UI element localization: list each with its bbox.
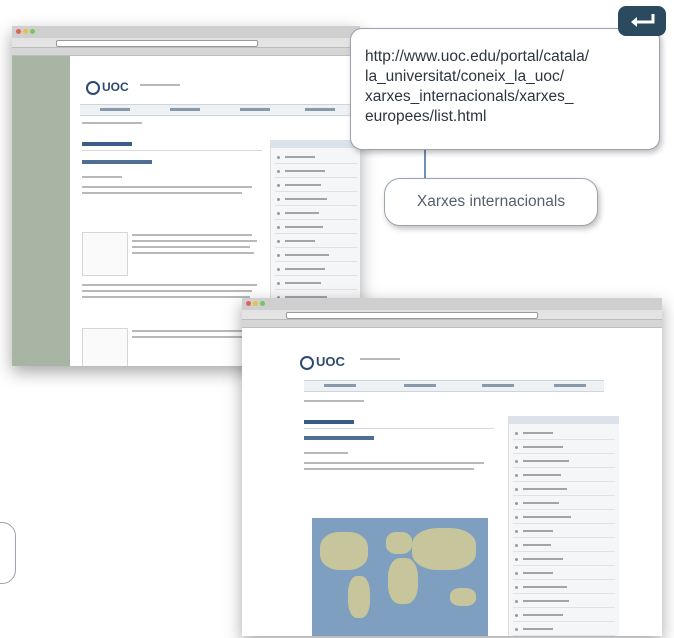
- nav-tab[interactable]: [305, 108, 335, 111]
- bookmarks-bar: [242, 320, 662, 328]
- browser-screenshot-2: UOC: [242, 298, 662, 636]
- nav-tab[interactable]: [100, 108, 130, 111]
- nav-tab[interactable]: [324, 384, 356, 387]
- partner-text: [132, 246, 250, 248]
- zoom-dot-icon[interactable]: [30, 29, 35, 34]
- sidebar-item[interactable]: [513, 526, 615, 538]
- page-title: [304, 420, 354, 424]
- sidebar-item[interactable]: [275, 180, 357, 192]
- partner-text: [132, 252, 254, 254]
- sidebar-item[interactable]: [513, 428, 615, 440]
- partner-text: [132, 330, 252, 332]
- partner-text: [132, 234, 252, 236]
- sub-heading: [304, 452, 348, 454]
- minimize-dot-icon[interactable]: [23, 29, 28, 34]
- url-field[interactable]: [286, 312, 538, 319]
- sidebar-item[interactable]: [513, 554, 615, 566]
- logo-text: UOC: [102, 80, 129, 94]
- url-text[interactable]: http://www.uoc.edu/portal/catala/ la_uni…: [365, 47, 655, 127]
- body-text: [304, 462, 484, 464]
- sidebar-item[interactable]: [275, 152, 357, 164]
- sidebar-item[interactable]: [513, 442, 615, 454]
- university-name: [360, 358, 400, 360]
- sidebar-item[interactable]: [275, 166, 357, 178]
- sidebar-item[interactable]: [275, 222, 357, 234]
- partner-text: [132, 336, 250, 338]
- nav-tab[interactable]: [170, 108, 200, 111]
- divider: [304, 428, 494, 429]
- page-title: [82, 142, 132, 146]
- world-map[interactable]: [312, 518, 488, 636]
- sidebar-header: [271, 140, 360, 148]
- sidebar-item[interactable]: [513, 582, 615, 594]
- sidebar-item[interactable]: [275, 194, 357, 206]
- nav-tab[interactable]: [404, 384, 436, 387]
- body-text: [82, 192, 242, 194]
- sidebar-item[interactable]: [513, 498, 615, 510]
- close-dot-icon[interactable]: [16, 29, 21, 34]
- uoc-logo[interactable]: UOC: [86, 80, 129, 95]
- return-button[interactable]: [618, 6, 666, 36]
- uoc-logo-icon: [300, 355, 314, 370]
- sidebar-item[interactable]: [513, 484, 615, 496]
- sidebar-item[interactable]: [275, 264, 357, 276]
- sidebar-item[interactable]: [513, 512, 615, 524]
- partner-text: [132, 240, 257, 242]
- section-title: [82, 160, 152, 164]
- address-toolbar: [12, 38, 360, 48]
- sidebar-item[interactable]: [513, 568, 615, 580]
- sidebar-item[interactable]: [513, 470, 615, 482]
- main-nav: [304, 380, 604, 392]
- sidebar-item[interactable]: [513, 596, 615, 608]
- xarxes-internacionals-label[interactable]: Xarxes internacionals: [384, 178, 598, 226]
- partial-callout: [0, 522, 16, 584]
- sidebar-item[interactable]: [275, 250, 357, 262]
- university-name: [140, 84, 180, 86]
- asia: [412, 528, 476, 570]
- sidebar-item[interactable]: [513, 456, 615, 468]
- north-america: [320, 532, 368, 570]
- logo-text: UOC: [316, 354, 345, 369]
- uoc-logo[interactable]: UOC: [300, 354, 345, 370]
- south-america: [348, 576, 370, 618]
- nav-tab[interactable]: [482, 384, 514, 387]
- europe: [386, 532, 412, 554]
- nav-tab[interactable]: [554, 384, 586, 387]
- sidebar-item[interactable]: [275, 236, 357, 248]
- sub-heading: [82, 176, 122, 178]
- breadcrumb[interactable]: [304, 400, 364, 402]
- partner-logo-box[interactable]: [82, 328, 128, 366]
- return-arrow-icon: [631, 14, 655, 27]
- sidebar-item[interactable]: [513, 610, 615, 622]
- main-nav: [80, 104, 350, 116]
- body-text: [82, 296, 250, 298]
- sidebar-item[interactable]: [513, 540, 615, 552]
- divider: [82, 150, 262, 151]
- address-toolbar: [242, 310, 662, 320]
- section-title: [304, 436, 374, 440]
- africa: [388, 558, 418, 604]
- nav-tab[interactable]: [240, 108, 270, 111]
- sidebar-item[interactable]: [513, 624, 615, 636]
- body-text: [82, 290, 252, 292]
- partner-logo-box[interactable]: [82, 232, 128, 276]
- close-dot-icon[interactable]: [246, 301, 251, 306]
- background-gutter: [12, 56, 70, 366]
- bookmarks-bar: [12, 48, 360, 56]
- zoom-dot-icon[interactable]: [260, 301, 265, 306]
- url-callout: http://www.uoc.edu/portal/catala/ la_uni…: [350, 28, 660, 150]
- minimize-dot-icon[interactable]: [253, 301, 258, 306]
- body-text: [82, 186, 252, 188]
- uoc-logo-icon: [86, 80, 100, 95]
- sidebar-item[interactable]: [275, 208, 357, 220]
- body-text: [82, 284, 257, 286]
- sidebar: [508, 416, 619, 636]
- breadcrumb[interactable]: [82, 122, 142, 124]
- sidebar-item[interactable]: [275, 278, 357, 290]
- australia: [450, 588, 476, 606]
- sidebar-header: [509, 416, 619, 424]
- web-page: UOC: [242, 328, 662, 636]
- body-text: [304, 468, 474, 470]
- url-field[interactable]: [56, 40, 258, 47]
